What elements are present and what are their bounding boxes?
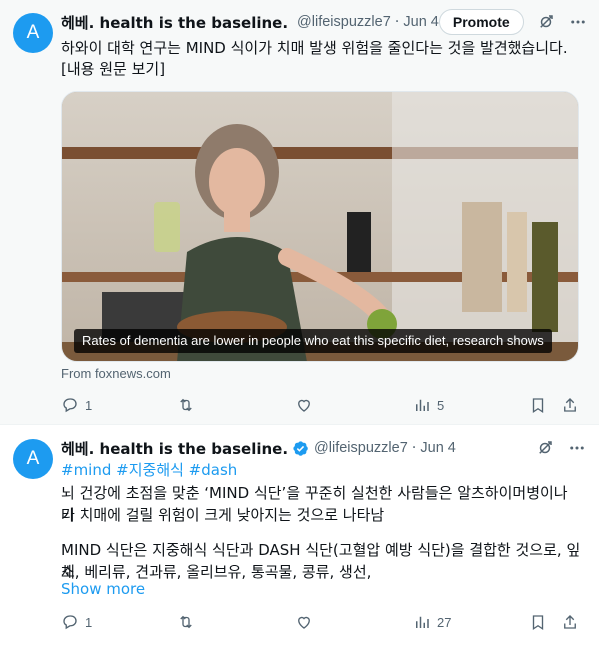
action-bar: 1 5	[61, 394, 581, 416]
kitchen-photo	[62, 92, 578, 361]
timestamp[interactable]: Jun 4	[420, 440, 455, 456]
tweet-1[interactable]: A 헤베. health is the baseline. @lifeispuz…	[0, 0, 599, 425]
tweet-header: 헤베. health is the baseline. @lifeispuzzl…	[61, 9, 588, 35]
action-bar: 1 27	[61, 611, 581, 633]
hashtags[interactable]: #mind #지중해식 #dash	[61, 460, 585, 481]
card-source[interactable]: From foxnews.com	[61, 366, 171, 381]
card-caption: Rates of dementia are lower in people wh…	[74, 329, 552, 353]
share-icon	[564, 615, 576, 629]
tweet-text: 하와이 대학 연구는 MIND 식이가 치매 발생 위험을 줄인다는 것을 발견…	[61, 39, 568, 57]
link-card-image[interactable]: Rates of dementia are lower in people wh…	[61, 91, 579, 362]
separator: ·	[411, 440, 417, 456]
like-icon	[298, 616, 310, 629]
tweet-header: 헤베. health is the baseline. @lifeispuzzl…	[61, 437, 587, 459]
reply-count: 1	[85, 614, 93, 630]
retweet-button[interactable]	[177, 394, 195, 416]
bookmark-button[interactable]	[529, 394, 547, 416]
views-icon	[416, 616, 429, 628]
reply-icon	[63, 398, 77, 413]
handle[interactable]: @lifeispuzzle7	[297, 14, 391, 30]
share-button[interactable]	[561, 611, 579, 633]
retweet-icon	[180, 615, 192, 629]
reply-icon	[63, 615, 77, 630]
tweet-2[interactable]: A 헤베. health is the baseline. @lifeispuz…	[0, 425, 599, 646]
bookmark-button[interactable]	[529, 611, 547, 633]
reply-count: 1	[85, 397, 93, 413]
promote-button[interactable]: Promote	[438, 9, 524, 35]
views-count: 5	[437, 397, 445, 413]
like-icon	[298, 399, 310, 412]
bookmark-icon	[532, 615, 544, 631]
views-icon	[416, 399, 429, 411]
view-original-link[interactable]: [내용 원문 보기]	[61, 59, 585, 80]
grok-icon[interactable]	[535, 438, 555, 458]
avatar[interactable]: A	[13, 439, 53, 479]
reply-button[interactable]: 1	[61, 394, 92, 416]
share-icon	[564, 398, 576, 412]
like-button[interactable]	[295, 611, 313, 633]
reply-button[interactable]: 1	[61, 611, 92, 633]
retweet-button[interactable]	[177, 611, 195, 633]
handle[interactable]: @lifeispuzzle7	[314, 440, 408, 456]
bookmark-icon	[532, 398, 544, 414]
more-icon[interactable]	[567, 438, 587, 458]
like-button[interactable]	[295, 394, 313, 416]
display-name[interactable]: 헤베. health is the baseline.	[61, 12, 288, 33]
retweet-icon	[180, 398, 192, 412]
views-button[interactable]: 5	[413, 394, 444, 416]
tweet-text-line: 타 치매에 걸릴 위험이 크게 낮아지는 것으로 나타남	[61, 506, 385, 524]
grok-icon[interactable]	[536, 12, 556, 32]
verified-badge-icon	[293, 440, 308, 456]
more-icon[interactable]	[568, 12, 588, 32]
views-count: 27	[437, 614, 452, 630]
timestamp[interactable]: Jun 4	[403, 14, 438, 30]
share-button[interactable]	[561, 394, 579, 416]
display-name[interactable]: 헤베. health is the baseline.	[61, 438, 288, 459]
views-button[interactable]: 27	[413, 611, 451, 633]
separator: ·	[394, 14, 400, 30]
show-more-link[interactable]: Show more	[61, 580, 145, 598]
avatar[interactable]: A	[13, 13, 53, 53]
